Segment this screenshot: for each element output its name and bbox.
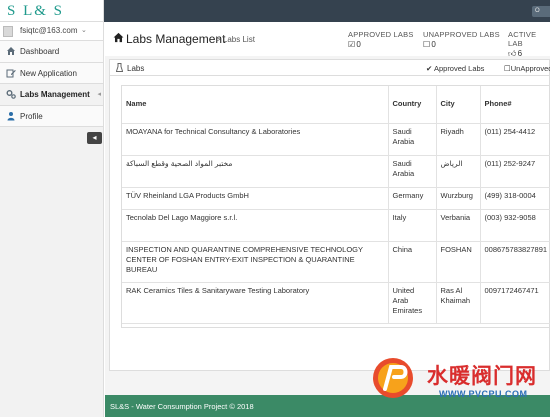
square-icon: ☐ bbox=[504, 64, 511, 73]
check-square-icon: ☑ bbox=[348, 40, 356, 49]
watermark: 水暖阀门网 WWW.PVCPU.COM bbox=[371, 356, 550, 406]
top-bar-button[interactable]: O bbox=[532, 6, 550, 17]
cell-city: Ras Al Khaimah bbox=[436, 282, 481, 324]
stat-value-row: ☑0 bbox=[348, 40, 414, 49]
sidebar-collapse-button[interactable]: ◂ bbox=[87, 132, 102, 144]
legend-unapproved-label: UnApproved bbox=[510, 64, 550, 73]
watermark-url: WWW.PVCPU.COM bbox=[439, 389, 528, 399]
cell-country: Italy bbox=[388, 209, 437, 242]
breadcrumb: > Labs List bbox=[216, 35, 255, 44]
panel-header: Labs ✔ Approved Labs ☐UnApproved bbox=[110, 60, 550, 76]
table-row[interactable]: INSPECTION AND QUARANTINE COMPREHENSIVE … bbox=[122, 241, 550, 283]
brand-logo[interactable]: S L& S bbox=[0, 0, 104, 22]
watermark-logo-icon bbox=[373, 358, 413, 398]
sidebar-item-label: New Application bbox=[20, 68, 77, 78]
column-header-country[interactable]: Country bbox=[388, 86, 437, 124]
cell-city: FOSHAN bbox=[436, 241, 481, 283]
cell-name: MOAYANA for Technical Consultancy & Labo… bbox=[122, 123, 389, 156]
stat-value: 6 bbox=[517, 49, 523, 58]
cell-name: RAK Ceramics Tiles & Sanitaryware Testin… bbox=[122, 282, 389, 324]
stat-value: 0 bbox=[431, 40, 437, 49]
cell-name: مختبر المواد الصحية وقطع السباكة bbox=[122, 155, 389, 188]
column-header-name[interactable]: Name bbox=[122, 86, 389, 124]
footer-copyright: SL&S - Water Consumption Project © 2018 bbox=[110, 402, 254, 411]
cell-city: Verbania bbox=[436, 209, 481, 242]
cell-country: Saudi Arabia bbox=[388, 123, 437, 156]
avatar bbox=[3, 26, 13, 37]
sidebar: fsiqtc@163.com ⌄ Dashboard New Applicati… bbox=[0, 22, 104, 417]
page-title: Labs Management bbox=[126, 32, 226, 46]
caret-left-icon: ◂ bbox=[97, 91, 101, 98]
stat-label: APPROVED LABS bbox=[348, 30, 414, 39]
cell-country: United Arab Emirates bbox=[388, 282, 437, 324]
sidebar-item-dashboard[interactable]: Dashboard bbox=[0, 41, 103, 63]
column-header-phone[interactable]: Phone# bbox=[480, 86, 550, 124]
gears-icon bbox=[6, 89, 16, 99]
cell-phone: (011) 254-4412 bbox=[480, 123, 550, 156]
main-content: Labs Management > Labs List APPROVED LAB… bbox=[105, 22, 550, 395]
stat-value-row: ☐0 bbox=[423, 40, 500, 49]
check-icon: ✔ bbox=[426, 64, 433, 73]
brand-logo-text: S L& S bbox=[7, 3, 65, 19]
cell-city: الرياض bbox=[436, 155, 481, 188]
cell-country: Germany bbox=[388, 187, 437, 210]
cell-country: China bbox=[388, 241, 437, 283]
sidebar-item-profile[interactable]: Profile bbox=[0, 105, 103, 127]
chevron-down-icon[interactable]: ⌄ bbox=[81, 26, 87, 34]
panel-title: Labs bbox=[127, 64, 145, 73]
stat-label: ACTIVE LAB bbox=[508, 30, 537, 48]
legend-unapproved: ☐UnApproved bbox=[504, 64, 550, 73]
labs-panel: Labs ✔ Approved Labs ☐UnApproved Name Co… bbox=[109, 59, 550, 371]
stat-value: 0 bbox=[356, 40, 362, 49]
sidebar-item-label: Labs Management bbox=[20, 90, 90, 99]
sidebar-item-label: Dashboard bbox=[20, 47, 60, 56]
sidebar-item-labs-management[interactable]: Labs Management ◂ bbox=[0, 84, 103, 106]
table-row[interactable]: Tecnolab Del Lago Maggiore s.r.l. Italy … bbox=[122, 209, 550, 242]
labs-table: Name Country City Phone# MOAYANA for Tec… bbox=[121, 85, 550, 328]
stat-approved-labs: APPROVED LABS ☑0 bbox=[348, 30, 414, 49]
sidebar-item-label: Profile bbox=[20, 111, 43, 121]
cell-city: Riyadh bbox=[436, 123, 481, 156]
cell-name: Tecnolab Del Lago Maggiore s.r.l. bbox=[122, 209, 389, 242]
watermark-text: 水暖阀门网 bbox=[427, 364, 537, 388]
table-row[interactable]: MOAYANA for Technical Consultancy & Labo… bbox=[122, 123, 550, 156]
legend-approved: ✔ Approved Labs bbox=[426, 64, 484, 73]
legend-approved-label: Approved Labs bbox=[433, 64, 485, 73]
cell-phone: (003) 932-9058 bbox=[480, 209, 550, 242]
cell-phone: 0097172467471 bbox=[480, 282, 550, 324]
dashboard-icon bbox=[6, 46, 16, 56]
cell-city: Wurzburg bbox=[436, 187, 481, 210]
stat-label: UNAPPROVED LABS bbox=[423, 30, 500, 39]
cell-phone: (011) 252-9247 bbox=[480, 155, 550, 188]
cell-country: Saudi Arabia bbox=[388, 155, 437, 188]
cell-phone: (499) 318-0004 bbox=[480, 187, 550, 210]
stat-unapproved-labs: UNAPPROVED LABS ☐0 bbox=[423, 30, 500, 49]
table-header-row: Name Country City Phone# bbox=[122, 86, 550, 124]
edit-icon bbox=[6, 68, 16, 78]
cell-phone: 008675783827891 bbox=[480, 241, 550, 283]
table-row[interactable]: RAK Ceramics Tiles & Sanitaryware Testin… bbox=[122, 282, 550, 324]
square-icon: ☐ bbox=[423, 40, 431, 49]
home-icon bbox=[113, 32, 124, 46]
flask-icon bbox=[115, 63, 124, 74]
stat-active-lab: ACTIVE LAB 👍︎6 bbox=[508, 30, 550, 59]
sidebar-item-new-application[interactable]: New Application bbox=[0, 62, 103, 84]
table-row[interactable]: مختبر المواد الصحية وقطع السباكة Saudi A… bbox=[122, 155, 550, 188]
thumbs-up-icon: 👍︎ bbox=[508, 49, 517, 58]
column-header-city[interactable]: City bbox=[436, 86, 481, 124]
cell-name: INSPECTION AND QUARANTINE COMPREHENSIVE … bbox=[122, 241, 389, 283]
stat-value-row: 👍︎6 bbox=[508, 49, 550, 59]
user-icon bbox=[6, 111, 16, 121]
page-header: Labs Management > Labs List APPROVED LAB… bbox=[105, 22, 550, 59]
cell-name: TÜV Rheinland LGA Products GmbH bbox=[122, 187, 389, 210]
user-email: fsiqtc@163.com bbox=[20, 26, 78, 35]
user-menu[interactable]: fsiqtc@163.com ⌄ bbox=[0, 22, 103, 41]
table-row[interactable]: TÜV Rheinland LGA Products GmbH Germany … bbox=[122, 187, 550, 210]
